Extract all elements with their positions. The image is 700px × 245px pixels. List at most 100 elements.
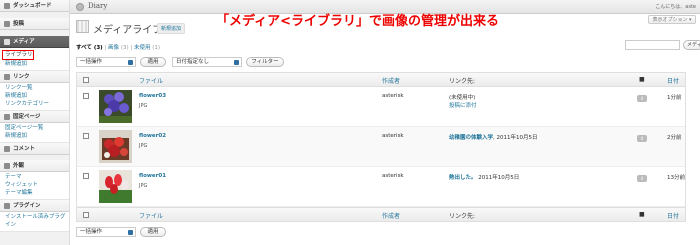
table-footer: ファイル 作成者 リンク先: ■ 日付 <box>77 207 685 221</box>
sidebar-item-library[interactable]: ライブラリ <box>2 50 34 60</box>
table-header: ファイル 作成者 リンク先: ■ 日付 <box>77 73 685 87</box>
author: asterisk <box>382 133 404 139</box>
filter-unattached[interactable]: 未使用 <box>134 45 151 51</box>
attach-link[interactable]: 投稿に添付 <box>449 101 477 109</box>
comment-column-icon[interactable]: ■ <box>639 211 645 218</box>
sidebar-item-media[interactable]: メディア <box>0 36 69 48</box>
sidebar-item-appearance[interactable]: 外観 <box>0 160 69 172</box>
filter-all[interactable]: すべて (3) <box>76 45 103 51</box>
select-all-checkbox[interactable] <box>83 77 89 83</box>
add-new-button[interactable]: 新規追加 <box>157 23 186 34</box>
admin-sidebar: ダッシュボード 投稿 メディア ライブラリ 新規追加 リンク リンク一覧 新規追… <box>0 0 70 245</box>
search-button[interactable]: メディ <box>683 40 700 50</box>
filter-images[interactable]: 画像 <box>108 45 119 51</box>
table-row: flower03 JPG asterisk (未使用中) 投稿に添付 0 1分前 <box>77 87 685 127</box>
sidebar-item-widgets[interactable]: ウィジェット <box>0 181 69 189</box>
screen-options-button[interactable]: 表示オプション ▾ <box>648 15 696 24</box>
upload-date: 2分前 <box>667 135 682 141</box>
file-name-link[interactable]: flower02 <box>139 133 166 139</box>
links-submenu: リンク一覧 新規追加 リンクカテゴリー <box>0 83 69 111</box>
filter-links: すべて (3) | 画像 (3) | 未使用 (1) <box>76 45 161 51</box>
sidebar-item-installed-plugins[interactable]: インストール済みプラグイン <box>0 213 69 229</box>
sidebar-item-link-add-new[interactable]: 新規追加 <box>0 92 69 100</box>
site-title[interactable]: Diary <box>88 2 107 10</box>
attached-to: 幼稚園の体験入学, 2011年10月5日 <box>449 135 538 141</box>
plugins-submenu: インストール済みプラグイン <box>0 212 69 232</box>
media-icon <box>4 38 10 45</box>
sidebar-item-link-categories[interactable]: リンクカテゴリー <box>0 100 69 108</box>
apply-button[interactable]: 適用 <box>140 57 166 67</box>
pages-icon <box>4 113 10 120</box>
attached-to: (未使用中) 投稿に添付 <box>449 95 477 109</box>
media-table: ファイル 作成者 リンク先: ■ 日付 flower03 JPG asteris… <box>76 72 686 222</box>
sidebar-item-media-add-new[interactable]: 新規追加 <box>0 60 69 68</box>
flower02-thumbnail[interactable] <box>99 130 132 163</box>
column-file-footer[interactable]: ファイル <box>139 211 163 220</box>
chevron-down-icon <box>128 60 133 65</box>
column-attached-footer: リンク先: <box>449 213 476 220</box>
attached-post-link[interactable]: 熱出した。 <box>449 175 477 181</box>
column-author-footer[interactable]: 作成者 <box>382 211 400 220</box>
sidebar-item-link-list[interactable]: リンク一覧 <box>0 84 69 92</box>
column-date[interactable]: 日付 <box>667 76 679 85</box>
plugins-icon <box>4 202 10 209</box>
appearance-icon <box>4 162 10 169</box>
sidebar-item-posts[interactable]: 投稿 <box>0 18 69 30</box>
annotation-caption: 「メディア<ライブラリ」で画像の管理が出来る <box>216 14 499 29</box>
column-date-footer[interactable]: 日付 <box>667 211 679 220</box>
bulk-action-select-bottom[interactable]: 一括操作 <box>76 227 136 237</box>
pages-submenu: 固定ページ一覧 新規追加 <box>0 123 69 143</box>
comment-count-badge[interactable]: 0 <box>637 95 647 102</box>
attached-to: 熱出した。 2011年10月5日 <box>449 175 520 181</box>
sidebar-item-plugins[interactable]: プラグイン <box>0 200 69 212</box>
author: asterisk <box>382 173 404 179</box>
column-file[interactable]: ファイル <box>139 76 163 85</box>
sidebar-item-page-list[interactable]: 固定ページ一覧 <box>0 124 69 132</box>
table-row: flower01 JPG asterisk 熱出した。 2011年10月5日 0… <box>77 167 685 207</box>
bulk-action-select[interactable]: 一括操作 <box>76 57 136 67</box>
sidebar-item-page-add-new[interactable]: 新規追加 <box>0 132 69 140</box>
search-input[interactable] <box>625 40 680 50</box>
media-library-icon <box>76 20 89 33</box>
file-name-link[interactable]: flower03 <box>139 93 166 99</box>
sidebar-item-theme-editor[interactable]: テーマ編集 <box>0 189 69 197</box>
file-name-link[interactable]: flower01 <box>139 173 166 179</box>
dashboard-icon <box>4 2 10 9</box>
apply-button-bottom[interactable]: 適用 <box>140 227 166 237</box>
posts-icon <box>4 20 10 27</box>
row-checkbox[interactable] <box>83 173 89 179</box>
links-icon <box>4 73 10 80</box>
column-author[interactable]: 作成者 <box>382 76 400 85</box>
media-submenu: ライブラリ 新規追加 <box>0 48 69 71</box>
comment-column-icon[interactable]: ■ <box>639 76 645 83</box>
author: asterisk <box>382 93 404 99</box>
column-attached: リンク先: <box>449 78 476 85</box>
comments-icon <box>4 145 10 152</box>
file-type: JPG <box>139 143 148 149</box>
sidebar-item-links[interactable]: リンク <box>0 71 69 83</box>
row-checkbox[interactable] <box>83 133 89 139</box>
chevron-down-icon <box>128 230 133 235</box>
sidebar-item-dashboard[interactable]: ダッシュボード <box>0 0 69 12</box>
attached-post-link[interactable]: 幼稚園の体験入学 <box>449 135 493 141</box>
sidebar-item-themes[interactable]: テーマ <box>0 173 69 181</box>
file-type: JPG <box>139 103 148 109</box>
row-checkbox[interactable] <box>83 93 89 99</box>
select-all-checkbox-footer[interactable] <box>83 212 89 218</box>
sidebar-item-comments[interactable]: コメント <box>0 143 69 155</box>
date-filter-select[interactable]: 日付指定なし <box>172 57 242 67</box>
user-greeting: こんにちは、aste <box>655 4 696 10</box>
chevron-down-icon <box>234 60 239 65</box>
sidebar-item-pages[interactable]: 固定ページ <box>0 111 69 123</box>
wordpress-logo-icon <box>76 3 84 11</box>
upload-date: 1分前 <box>667 95 682 101</box>
flower01-thumbnail[interactable] <box>99 170 132 203</box>
filter-button[interactable]: フィルター <box>246 57 284 67</box>
appearance-submenu: テーマ ウィジェット テーマ編集 <box>0 172 69 200</box>
comment-count-badge[interactable]: 0 <box>637 135 647 142</box>
upload-date: 13分前 <box>667 175 685 181</box>
table-row: flower02 JPG asterisk 幼稚園の体験入学, 2011年10月… <box>77 127 685 167</box>
comment-count-badge[interactable]: 0 <box>637 175 647 182</box>
file-type: JPG <box>139 183 148 189</box>
flower03-thumbnail[interactable] <box>99 90 132 123</box>
